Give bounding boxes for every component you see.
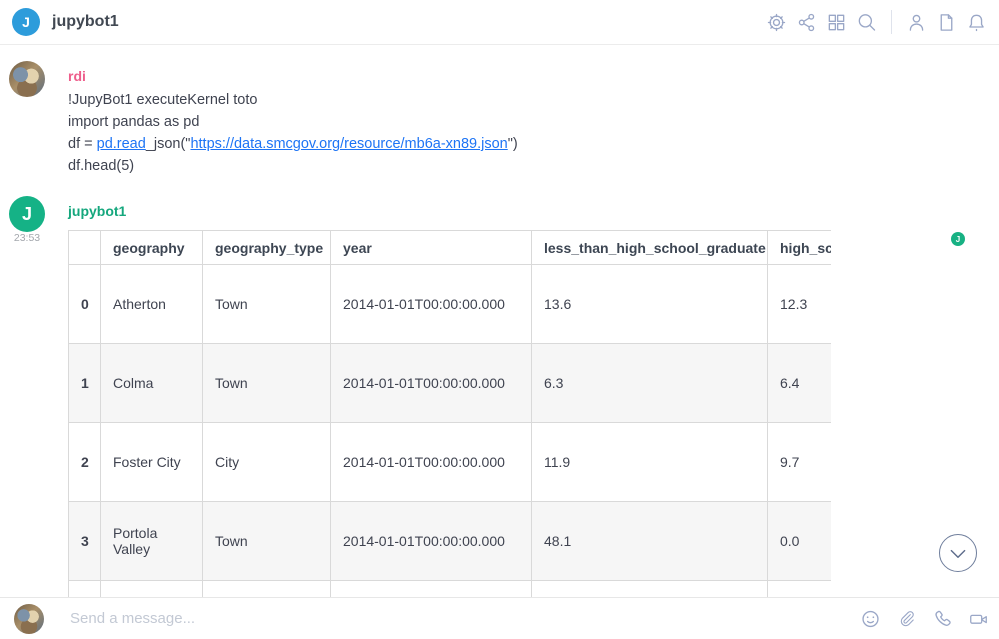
table-cell: Town: [203, 265, 331, 344]
table-row: [69, 581, 832, 598]
row-index-cell: [69, 581, 101, 598]
row-index-cell: 2: [69, 423, 101, 502]
table-cell: 2014-01-01T00:00:00.000: [331, 423, 532, 502]
self-avatar: [14, 604, 44, 634]
table-row: 3Portola ValleyTown2014-01-01T00:00:00.0…: [69, 502, 832, 581]
table-cell: 2014-01-01T00:00:00.000: [331, 344, 532, 423]
message-author[interactable]: rdi: [68, 68, 86, 84]
row-index-cell: 1: [69, 344, 101, 423]
chat-window: J jupybot1: [0, 0, 999, 639]
table-cell: 0.0: [768, 502, 832, 581]
table-cell: 9.7: [768, 423, 832, 502]
column-header: geography_type: [203, 231, 331, 265]
phone-icon[interactable]: [932, 608, 953, 630]
video-call-icon[interactable]: [968, 608, 989, 630]
dataframe-table: geography geography_type year less_than_…: [68, 230, 831, 597]
message-input[interactable]: [70, 610, 860, 627]
user-avatar[interactable]: [9, 61, 45, 97]
code-line: df.head(5): [68, 158, 134, 174]
row-index-cell: 3: [69, 502, 101, 581]
header-divider: [891, 10, 892, 34]
channel-title: jupybot1: [52, 13, 119, 31]
message-composer: [0, 597, 999, 639]
table-cell: [768, 581, 832, 598]
column-header: geography: [101, 231, 203, 265]
column-header: year: [331, 231, 532, 265]
row-index-cell: 0: [69, 265, 101, 344]
url-link[interactable]: https://data.smcgov.org/resource/mb6a-xn…: [190, 136, 507, 152]
table-cell: 6.4: [768, 344, 832, 423]
table-cell: 11.9: [532, 423, 768, 502]
emoji-icon[interactable]: [860, 608, 881, 630]
attachment-icon[interactable]: [896, 608, 917, 630]
index-header: [69, 231, 101, 265]
bot-avatar[interactable]: J: [9, 196, 45, 232]
message-author[interactable]: jupybot1: [68, 203, 126, 219]
message-text: !JupyBot1 executeKernel toto import pand…: [68, 89, 518, 177]
dataframe-output: geography geography_type year less_than_…: [68, 230, 831, 597]
table-row: 0AthertonTown2014-01-01T00:00:00.00013.6…: [69, 265, 832, 344]
table-cell: 2014-01-01T00:00:00.000: [331, 265, 532, 344]
notifications-icon[interactable]: [966, 11, 987, 33]
table-cell: City: [203, 423, 331, 502]
table-cell: Colma: [101, 344, 203, 423]
table-cell: Town: [203, 502, 331, 581]
jump-to-bottom-button[interactable]: [939, 534, 977, 572]
column-header: high_sc: [768, 231, 832, 265]
channel-avatar[interactable]: J: [12, 8, 40, 36]
table-row: 2Foster CityCity2014-01-01T00:00:00.0001…: [69, 423, 832, 502]
document-icon[interactable]: [936, 11, 957, 33]
table-cell: Portola Valley: [101, 502, 203, 581]
table-cell: 2014-01-01T00:00:00.000: [331, 502, 532, 581]
code-line: import pandas as pd: [68, 114, 199, 130]
column-header: less_than_high_school_graduate: [532, 231, 768, 265]
table-header-row: geography geography_type year less_than_…: [69, 231, 832, 265]
code-line: _json(": [146, 136, 191, 152]
search-icon[interactable]: [856, 11, 877, 33]
table-cell: 48.1: [532, 502, 768, 581]
table-cell: [532, 581, 768, 598]
channel-header: J jupybot1: [0, 0, 999, 45]
table-cell: Foster City: [101, 423, 203, 502]
apps-grid-icon[interactable]: [826, 11, 847, 33]
person-icon[interactable]: [906, 11, 927, 33]
message-timestamp: 23:53: [8, 232, 46, 244]
table-cell: [331, 581, 532, 598]
table-cell: 6.3: [532, 344, 768, 423]
chevron-down-icon: [940, 534, 976, 572]
table-cell: [203, 581, 331, 598]
code-line: "): [508, 136, 518, 152]
settings-icon[interactable]: [766, 11, 787, 33]
code-line: df =: [68, 136, 97, 152]
table-cell: 13.6: [532, 265, 768, 344]
table-row: 1ColmaTown2014-01-01T00:00:00.0006.36.4: [69, 344, 832, 423]
dataframe-body: 0AthertonTown2014-01-01T00:00:00.00013.6…: [69, 265, 832, 598]
table-cell: Town: [203, 344, 331, 423]
bot-presence-badge: J: [951, 232, 965, 246]
table-cell: Atherton: [101, 265, 203, 344]
code-line: !JupyBot1 executeKernel toto: [68, 92, 257, 108]
table-cell: [101, 581, 203, 598]
inline-link[interactable]: pd.read: [97, 136, 146, 152]
table-cell: 12.3: [768, 265, 832, 344]
share-icon[interactable]: [796, 11, 817, 33]
